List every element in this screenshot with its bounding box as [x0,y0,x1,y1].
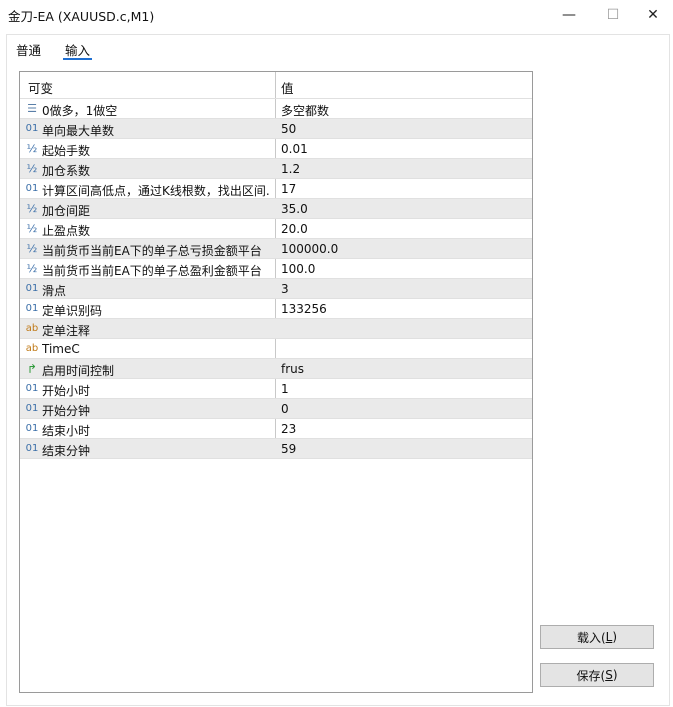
table-row[interactable]: 01 单向最大单数 50 [20,118,532,138]
table-row[interactable]: ½ 当前货币当前EA下的单子总亏损金额平台 100000.0 [20,238,532,258]
tab-bar: 普通 输入 [14,40,93,62]
parameter-name: 开始分钟 [42,404,91,418]
parameter-name: 0做多，1做空 [42,104,118,118]
double-icon: ½ [26,242,38,255]
parameter-value[interactable]: 133256 [281,302,327,316]
parameter-value[interactable]: 35.0 [281,202,308,216]
double-icon: ½ [26,262,38,275]
parameter-name: 滑点 [42,284,67,298]
header-variable[interactable]: 可变 [28,78,53,97]
string-icon: ab [25,343,39,354]
table-row[interactable]: ↱ 启用时间控制 frus [20,358,532,378]
table-row[interactable]: ½ 起始手数 0.01 [20,138,532,158]
load-label-suffix: ) [612,630,618,644]
maximize-icon: ☐ [606,7,620,23]
int-icon: 01 [25,123,39,134]
parameter-name: 止盈点数 [42,224,91,238]
parameter-value[interactable]: 100.0 [281,262,315,276]
table-row[interactable]: ½ 当前货币当前EA下的单子总盈利金额平台 100.0 [20,258,532,278]
parameter-name: 起始手数 [42,144,91,158]
save-button[interactable]: 保存(S) [540,663,654,687]
parameter-value[interactable]: 100000.0 [281,242,338,256]
table-row[interactable]: 01 开始小时 1 [20,378,532,398]
table-row[interactable]: ½ 加仓系数 1.2 [20,158,532,178]
close-icon: ✕ [647,7,659,23]
parameter-value[interactable]: 多空都数 [281,102,329,119]
parameter-name: 加仓间距 [42,204,91,218]
parameter-value[interactable]: frus [281,362,304,376]
table-row[interactable]: 01 开始分钟 0 [20,398,532,418]
double-icon: ½ [26,162,38,175]
table-row[interactable]: ab 定单注释 [20,318,532,338]
table-row[interactable]: ☰ 0做多，1做空 多空都数 [20,98,532,118]
save-label-prefix: 保存( [576,668,606,683]
double-icon: ½ [26,222,38,235]
header-value[interactable]: 值 [281,78,294,97]
int-icon: 01 [25,423,39,434]
load-label-prefix: 载入( [576,630,606,645]
parameter-name: 开始小时 [42,384,91,398]
parameter-value[interactable]: 1 [281,382,289,396]
parameter-value[interactable]: 3 [281,282,289,296]
int-icon: 01 [25,403,39,414]
close-button[interactable]: ✕ [630,0,673,30]
table-row[interactable]: ½ 止盈点数 20.0 [20,218,532,238]
parameter-value[interactable]: 17 [281,182,296,196]
table-row[interactable]: 01 结束分钟 59 [20,438,532,458]
parameter-value[interactable]: 1.2 [281,162,300,176]
parameter-name: 当前货币当前EA下的单子总盈利金额平台 [42,264,262,278]
int-icon: 01 [25,383,39,394]
parameter-value[interactable]: 0 [281,402,289,416]
enum-icon: ☰ [27,102,37,115]
parameter-name: 加仓系数 [42,164,91,178]
minimize-button[interactable]: — [546,0,592,30]
table-row[interactable]: ab TimeC [20,338,532,358]
tab-common[interactable]: 普通 [14,40,43,60]
save-label-suffix: ) [612,668,618,682]
int-icon: 01 [25,183,39,194]
int-icon: 01 [25,283,39,294]
parameter-name: 定单注释 [42,324,91,338]
table-row[interactable]: ½ 加仓间距 35.0 [20,198,532,218]
parameter-value[interactable]: 23 [281,422,296,436]
parameter-name: 定单识别码 [42,304,103,318]
parameter-name: TimeC [42,342,80,356]
parameter-name: 当前货币当前EA下的单子总亏损金额平台 [42,244,262,258]
parameter-name: 结束小时 [42,424,91,438]
grid-bottom-line [20,458,532,459]
load-button[interactable]: 载入(L) [540,625,654,649]
parameter-value[interactable]: 0.01 [281,142,308,156]
table-row[interactable]: 01 结束小时 23 [20,418,532,438]
parameter-value[interactable]: 50 [281,122,296,136]
table-row[interactable]: 01 滑点 3 [20,278,532,298]
double-icon: ½ [26,142,38,155]
window-title: 金刀-EA (XAUUSD.c,M1) [8,9,155,24]
double-icon: ½ [26,202,38,215]
grid-header: 可变 值 [20,72,532,98]
save-label-key: S [605,668,613,682]
parameter-name: 结束分钟 [42,444,91,458]
parameter-value[interactable]: 59 [281,442,296,456]
parameter-name: 单向最大单数 [42,124,115,138]
parameter-name: 启用时间控制 [42,364,115,378]
table-row[interactable]: 01 计算区间高低点，通过K线根数，找出区间... 17 [20,178,532,198]
table-row[interactable]: 01 定单识别码 133256 [20,298,532,318]
string-icon: ab [25,323,39,334]
int-icon: 01 [25,303,39,314]
load-label-key: L [605,630,613,644]
tab-inputs[interactable]: 输入 [63,40,93,60]
int-icon: 01 [25,443,39,454]
bool-icon: ↱ [26,361,38,376]
title-bar: 金刀-EA (XAUUSD.c,M1) — ☐ ✕ [0,0,673,30]
minimize-icon: — [562,7,576,23]
parameter-name: 计算区间高低点，通过K线根数，找出区间... [42,184,270,198]
parameter-value[interactable]: 20.0 [281,222,308,236]
inputs-grid: 可变 值 ☰ 0做多，1做空 多空都数 01 单向最大单数 50 ½ 起始手数 0.01 ½ 加仓系… [19,71,533,693]
